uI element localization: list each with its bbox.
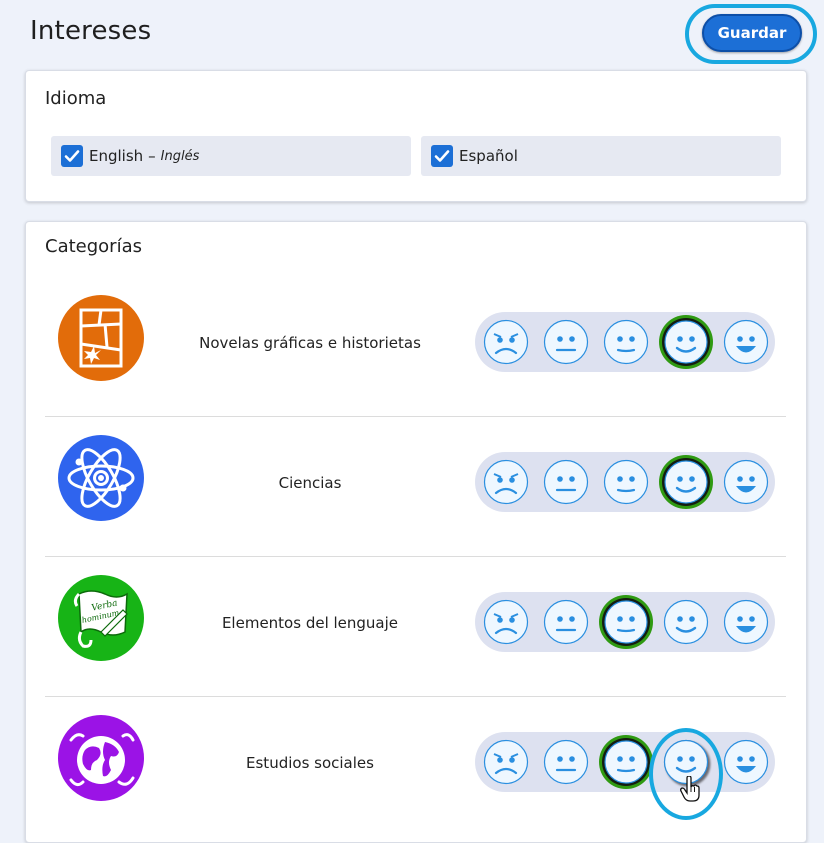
english-label: English bbox=[89, 147, 144, 165]
sad-face-icon[interactable] bbox=[483, 319, 529, 365]
category-row: Novelas gráficas e historietas bbox=[45, 222, 786, 417]
neutral-face-icon[interactable] bbox=[543, 739, 589, 785]
smile-face-icon[interactable] bbox=[663, 739, 709, 785]
language-card: Idioma English – Inglés Español bbox=[25, 70, 807, 202]
slight-smile-face-icon[interactable] bbox=[598, 734, 654, 790]
big-smile-face-icon[interactable] bbox=[723, 599, 769, 645]
category-name: Estudios sociales bbox=[246, 754, 374, 772]
category-row: Estudios sociales bbox=[45, 642, 786, 820]
category-row: Ciencias bbox=[45, 362, 786, 557]
language-option-english[interactable]: English – Inglés bbox=[51, 136, 411, 176]
sad-face-icon[interactable] bbox=[483, 739, 529, 785]
english-checkbox[interactable] bbox=[61, 145, 83, 167]
checkmark-icon bbox=[64, 150, 80, 162]
sad-face-icon[interactable] bbox=[483, 599, 529, 645]
big-smile-face-icon[interactable] bbox=[723, 319, 769, 365]
page-title: Intereses bbox=[30, 16, 152, 46]
checkmark-icon bbox=[434, 150, 450, 162]
save-button[interactable]: Guardar bbox=[702, 14, 802, 52]
english-native-name: Inglés bbox=[160, 148, 200, 164]
category-name: Novelas gráficas e historietas bbox=[199, 334, 421, 352]
language-card-title: Idioma bbox=[45, 88, 107, 109]
category-name: Elementos del lenguaje bbox=[221, 614, 399, 632]
neutral-face-icon[interactable] bbox=[543, 319, 589, 365]
spanish-checkbox[interactable] bbox=[431, 145, 453, 167]
neutral-face-icon[interactable] bbox=[543, 599, 589, 645]
spanish-label: Español bbox=[459, 147, 518, 165]
english-separator: – bbox=[148, 147, 156, 165]
categories-card: Categorías Novelas gráficas e historieta… bbox=[25, 221, 807, 843]
globe-icon bbox=[57, 714, 145, 806]
neutral-face-icon[interactable] bbox=[543, 459, 589, 505]
language-option-spanish[interactable]: Español bbox=[421, 136, 781, 176]
smile-face-icon[interactable] bbox=[663, 599, 709, 645]
category-name: Ciencias bbox=[278, 474, 342, 492]
slight-smile-face-icon[interactable] bbox=[603, 319, 649, 365]
sad-face-icon[interactable] bbox=[483, 459, 529, 505]
rating-scale bbox=[475, 728, 775, 820]
slight-smile-face-icon[interactable] bbox=[603, 459, 649, 505]
big-smile-face-icon[interactable] bbox=[723, 739, 769, 785]
big-smile-face-icon[interactable] bbox=[723, 459, 769, 505]
category-row: Verba hominum Elementos del lenguaje bbox=[45, 502, 786, 697]
